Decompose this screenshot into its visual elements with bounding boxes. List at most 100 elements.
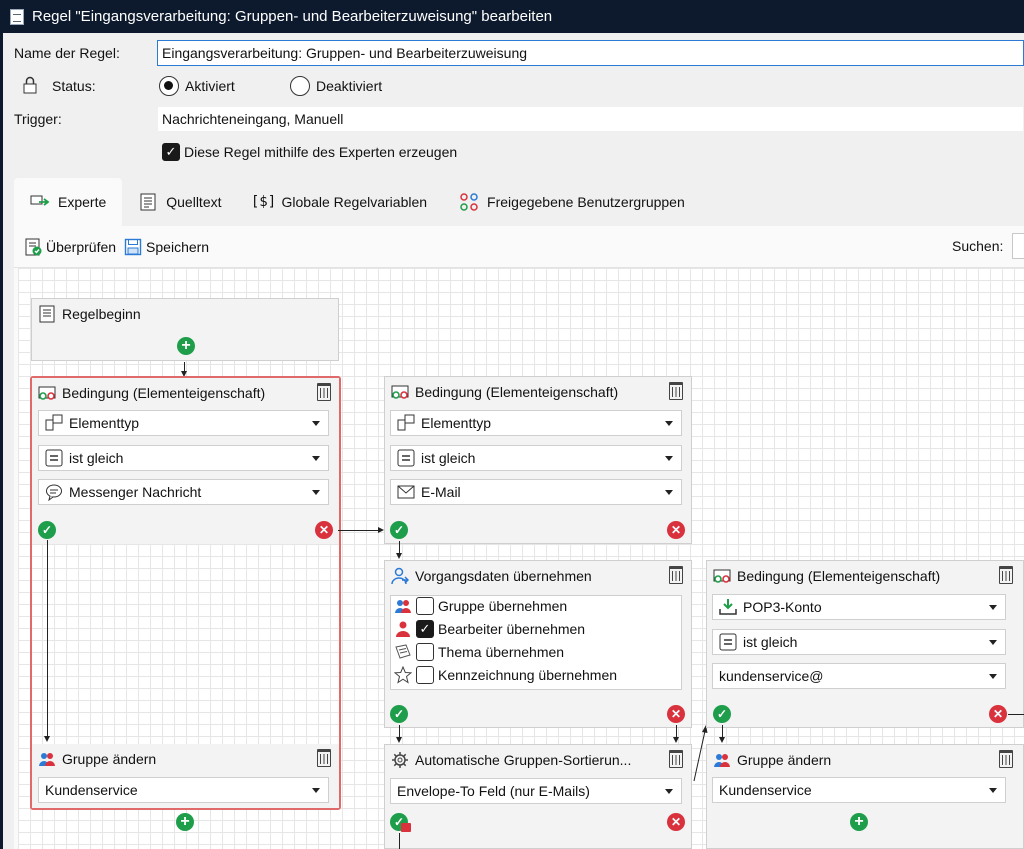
- false-branch-icon[interactable]: ✕: [667, 705, 685, 723]
- tab-experte[interactable]: Experte: [14, 178, 123, 226]
- trash-icon[interactable]: [317, 383, 331, 401]
- field-dropdown[interactable]: Elementtyp: [38, 410, 329, 436]
- connector-line: [1008, 714, 1024, 715]
- trash-icon[interactable]: [999, 566, 1013, 584]
- false-branch-icon[interactable]: ✕: [667, 813, 685, 831]
- operator-dropdown[interactable]: ist gleich: [712, 629, 1006, 655]
- equals-icon: [397, 449, 415, 467]
- dropdown-value: Elementtyp: [69, 415, 140, 431]
- node-header: Vorgangsdaten übernehmen: [385, 561, 691, 591]
- trigger-field[interactable]: Nachrichteneingang, Manuell: [157, 106, 1024, 132]
- take-over-agent-option[interactable]: ✓ Bearbeiter übernehmen: [394, 620, 585, 638]
- node-title: Bedingung (Elementeigenschaft): [415, 384, 619, 400]
- trash-icon[interactable]: [999, 750, 1013, 768]
- add-step-button[interactable]: +: [176, 813, 194, 831]
- sort-source-dropdown[interactable]: Envelope-To Feld (nur E-Mails): [390, 778, 682, 804]
- chevron-down-icon: [989, 674, 997, 679]
- condition-icon: [391, 383, 409, 401]
- status-label: Status:: [52, 78, 96, 94]
- checkbox-box: [416, 666, 434, 684]
- connector-line: [399, 541, 400, 553]
- status-inactive-radio[interactable]: Deaktiviert: [290, 76, 382, 96]
- expert-icon: [30, 193, 50, 211]
- chevron-down-icon: [665, 789, 673, 794]
- save-button[interactable]: Speichern: [124, 238, 209, 256]
- field-dropdown[interactable]: POP3-Konto: [712, 594, 1006, 620]
- operator-dropdown[interactable]: ist gleich: [38, 445, 329, 471]
- chevron-down-icon: [312, 788, 320, 793]
- status-active-radio[interactable]: Aktiviert: [159, 76, 235, 96]
- trigger-label: Trigger:: [14, 111, 62, 127]
- dropdown-value: Messenger Nachricht: [69, 484, 202, 500]
- tab-label: Experte: [58, 194, 107, 210]
- dropdown-value: ist gleich: [69, 450, 124, 466]
- expert-toolbar: Überprüfen Speichern: [14, 226, 1024, 268]
- false-branch-icon[interactable]: ✕: [667, 521, 685, 539]
- add-step-button[interactable]: +: [850, 813, 868, 831]
- check-document-icon: [24, 238, 42, 256]
- chevron-down-icon: [312, 456, 320, 461]
- rule-name-input[interactable]: Eingangsverarbeitung: Gruppen- und Bearb…: [157, 40, 1024, 66]
- take-over-topic-option[interactable]: Thema übernehmen: [394, 643, 564, 661]
- checkbox-box: ✓: [162, 143, 180, 161]
- chevron-down-icon: [312, 421, 320, 426]
- field-dropdown[interactable]: Elementtyp: [390, 410, 682, 436]
- add-step-button[interactable]: +: [177, 337, 195, 355]
- window-titlebar: Regel "Eingangsverarbeitung: Gruppen- un…: [0, 0, 1024, 33]
- save-label: Speichern: [146, 238, 210, 255]
- value-dropdown[interactable]: kundenservice@: [712, 663, 1006, 689]
- take-over-group-option[interactable]: Gruppe übernehmen: [394, 597, 567, 615]
- node-header: Bedingung (Elementeigenschaft): [385, 377, 691, 407]
- trash-icon[interactable]: [669, 566, 683, 584]
- connector-line: [338, 530, 378, 531]
- group-icon: [394, 597, 412, 615]
- tab-shared-user-groups[interactable]: Freigegebene Benutzergruppen: [443, 178, 701, 226]
- true-branch-icon[interactable]: ✓: [713, 705, 731, 723]
- trash-icon[interactable]: [669, 382, 683, 400]
- expert-checkbox-label: Diese Regel mithilfe des Experten erzeug…: [184, 144, 458, 160]
- radio-circle: [159, 76, 179, 96]
- check-label: Überprüfen: [46, 238, 117, 255]
- true-branch-icon[interactable]: ✓: [38, 521, 56, 539]
- rule-canvas[interactable]: Regelbeginn + Bedingung (Elementeigensch…: [18, 268, 1024, 849]
- take-over-flag-option[interactable]: Kennzeichnung übernehmen: [394, 666, 617, 684]
- dropdown-value: POP3-Konto: [743, 599, 822, 615]
- check-button[interactable]: Überprüfen: [24, 238, 116, 256]
- option-label: Bearbeiter übernehmen: [438, 621, 586, 637]
- operator-dropdown[interactable]: ist gleich: [390, 445, 682, 471]
- gear-icon: [391, 751, 409, 769]
- false-branch-icon[interactable]: ✕: [989, 705, 1007, 723]
- true-branch-icon[interactable]: ✓: [390, 521, 408, 539]
- tab-label: Quelltext: [166, 194, 222, 210]
- name-label: Name der Regel:: [14, 45, 120, 61]
- expert-checkbox[interactable]: ✓ Diese Regel mithilfe des Experten erze…: [162, 143, 457, 161]
- value-dropdown[interactable]: E-Mail: [390, 479, 682, 505]
- true-branch-icon[interactable]: ✓: [390, 705, 408, 723]
- source-text-icon: [138, 193, 158, 211]
- dropdown-value: Elementtyp: [421, 415, 492, 431]
- pop3-download-icon: [719, 598, 737, 616]
- value-dropdown[interactable]: Messenger Nachricht: [38, 479, 329, 505]
- chevron-down-icon: [989, 788, 997, 793]
- group-dropdown[interactable]: Kundenservice: [712, 777, 1006, 803]
- checkbox-box: [416, 643, 434, 661]
- option-label: Thema übernehmen: [438, 644, 565, 660]
- chevron-down-icon: [989, 605, 997, 610]
- node-title: Gruppe ändern: [737, 752, 832, 768]
- tab-quelltext[interactable]: Quelltext: [122, 178, 237, 226]
- trash-icon[interactable]: [317, 749, 331, 767]
- take-over-user-icon: [391, 567, 409, 585]
- variable-dollar-icon: [$]: [250, 194, 277, 210]
- checkbox-box: [416, 597, 434, 615]
- connector-arrow: [719, 737, 725, 743]
- topic-icon: [394, 643, 412, 661]
- start-node[interactable]: Regelbeginn +: [31, 298, 339, 361]
- tab-global-variables[interactable]: [$] Globale Regelvariablen: [238, 178, 444, 226]
- search-input[interactable]: [1012, 233, 1024, 259]
- node-header: Gruppe ändern: [707, 745, 1023, 775]
- element-type-icon: [45, 414, 63, 432]
- false-branch-icon[interactable]: ✕: [315, 521, 333, 539]
- trash-icon[interactable]: [669, 750, 683, 768]
- node-title: Regelbeginn: [62, 306, 141, 322]
- group-dropdown[interactable]: Kundenservice: [38, 777, 329, 803]
